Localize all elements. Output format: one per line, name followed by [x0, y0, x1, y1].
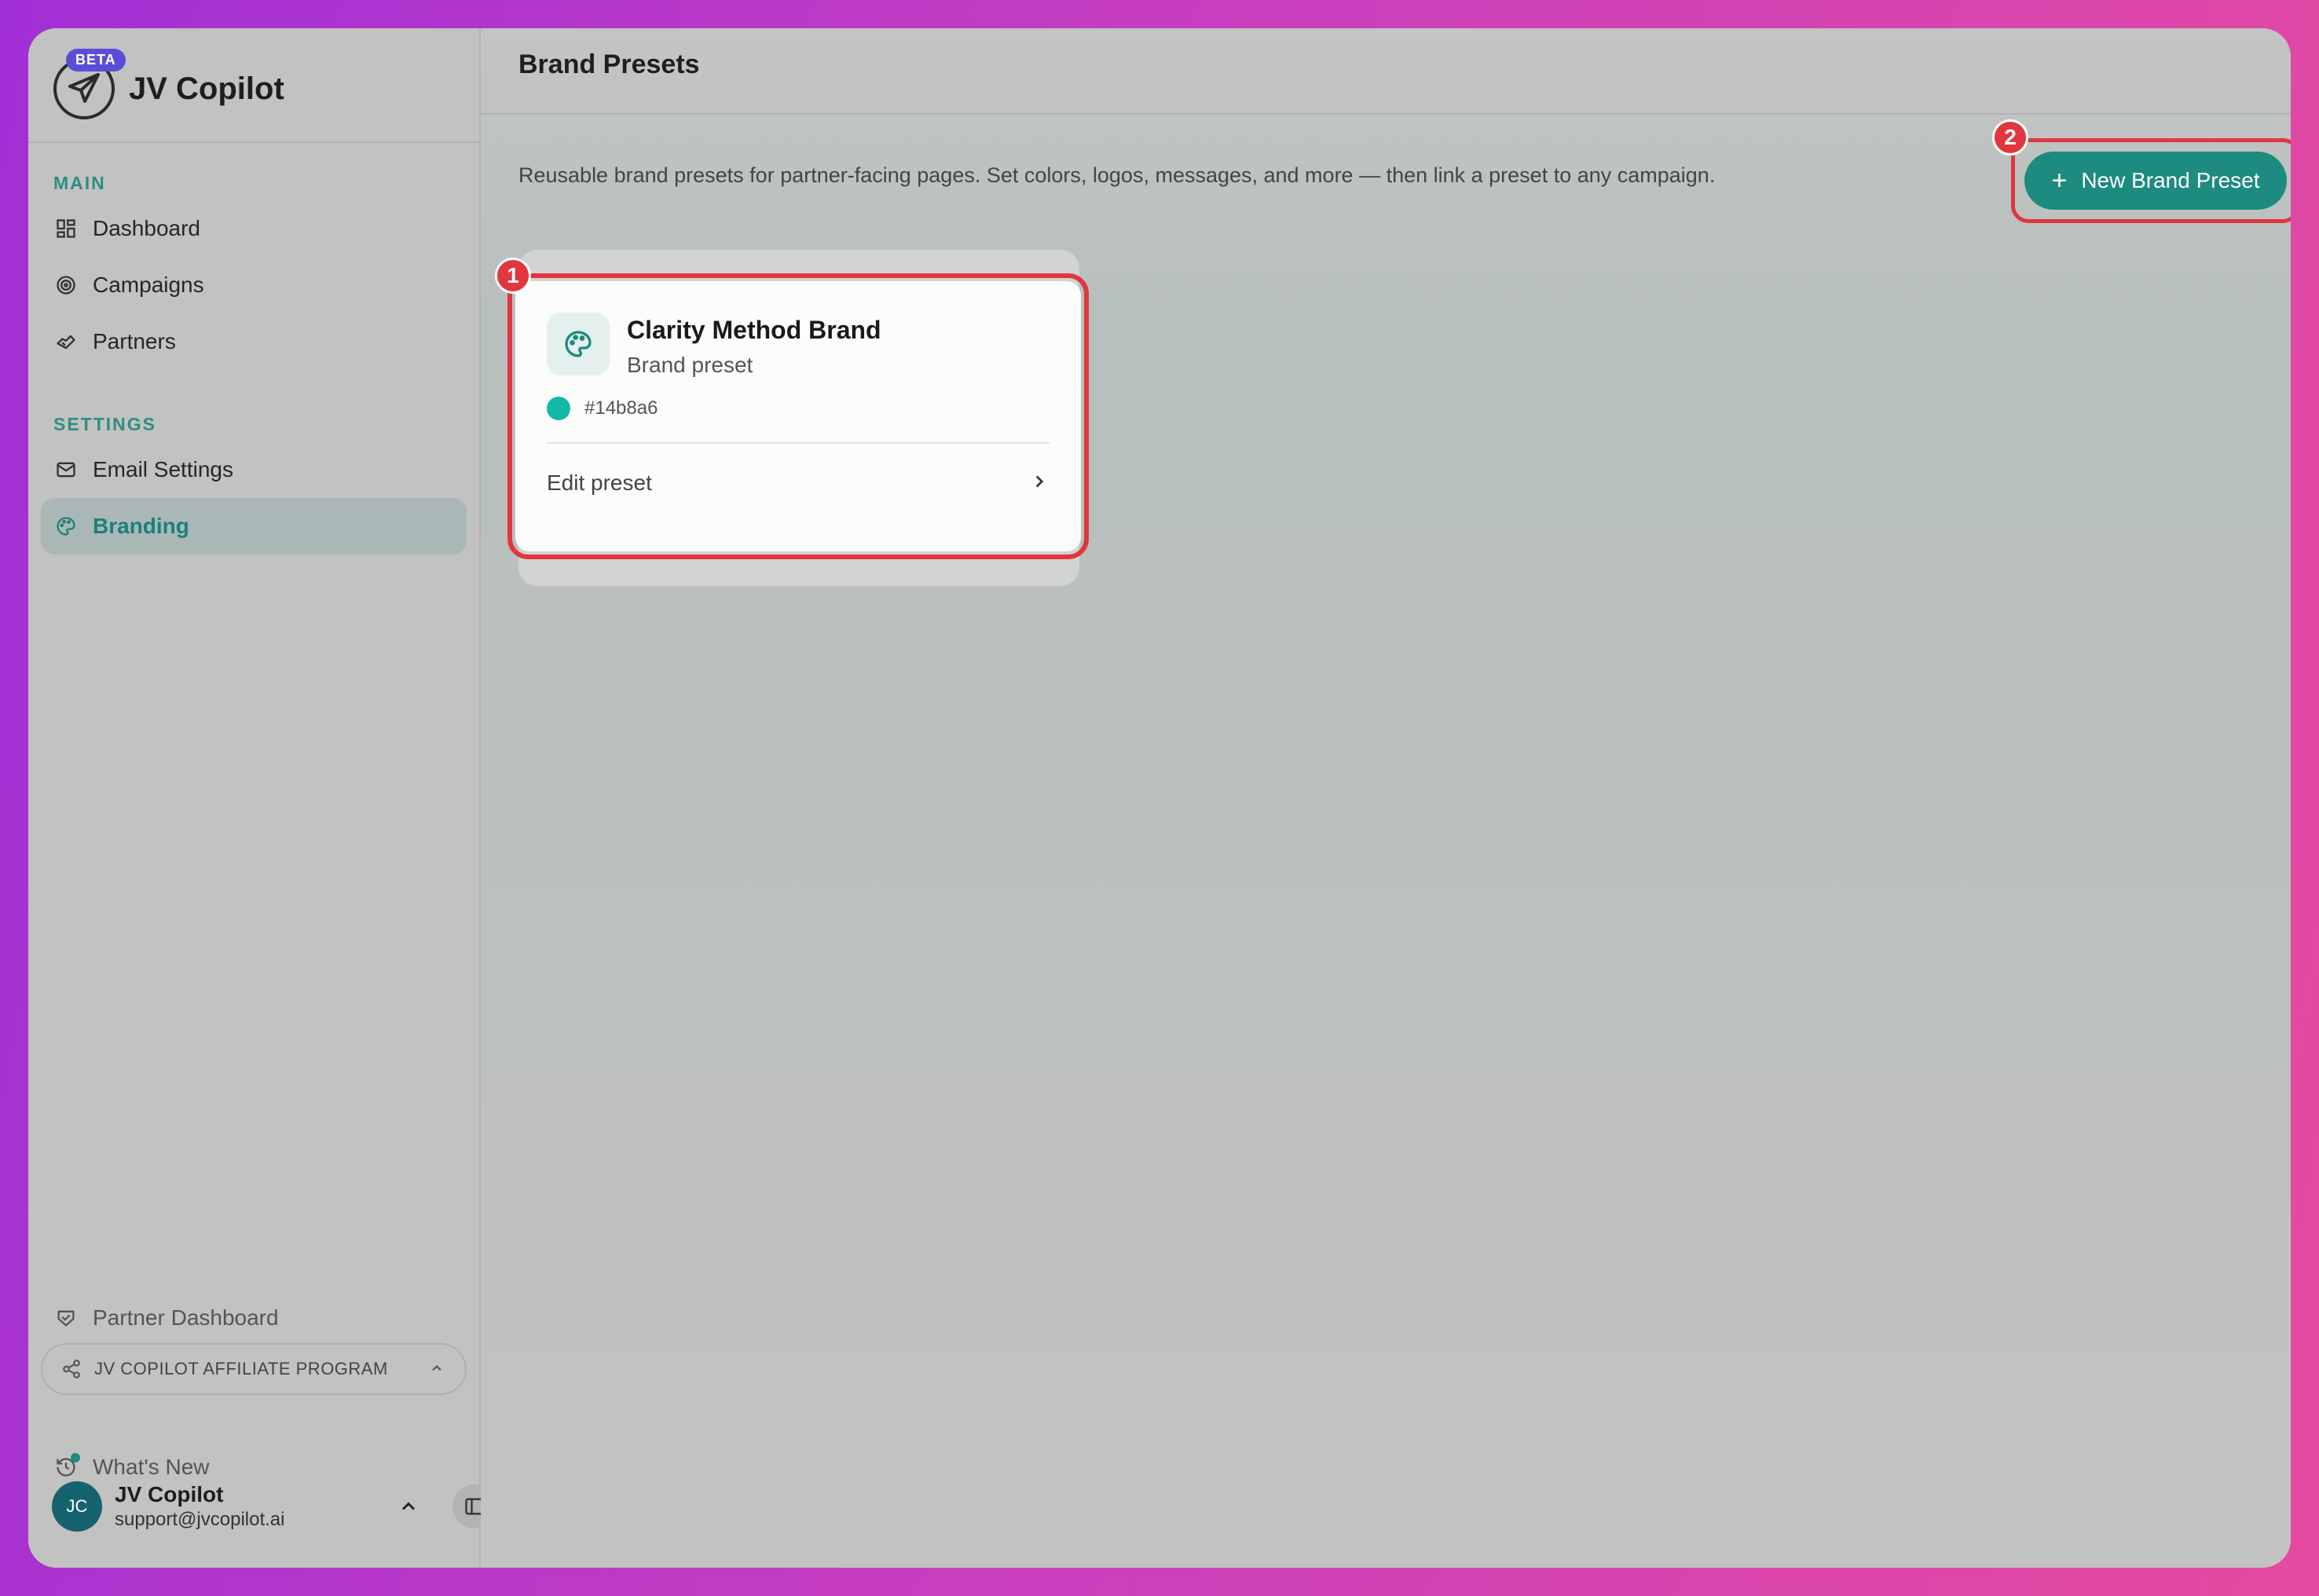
- section-label-settings: SETTINGS: [53, 414, 157, 434]
- sidebar-item-label: Dashboard: [93, 216, 200, 240]
- avatar: JC: [52, 1481, 102, 1532]
- page-description: Reusable brand presets for partner-facin…: [518, 163, 1716, 187]
- sidebar-item-label: Email Settings: [93, 457, 233, 481]
- user-name: JV Copilot: [115, 1482, 224, 1506]
- mail-icon: [53, 457, 79, 482]
- brand-header[interactable]: BETA JV Copilot: [28, 28, 479, 143]
- sidebar: BETA JV Copilot MAIN Dashboard Campaigns…: [28, 28, 496, 1568]
- top-bar: Brand Presets: [481, 28, 2291, 115]
- partner-dashboard-link[interactable]: Partner Dashboard: [41, 1290, 468, 1346]
- sidebar-item-email-settings[interactable]: Email Settings: [41, 441, 467, 498]
- share-icon: [61, 1359, 82, 1379]
- sidebar-item-branding[interactable]: Branding: [41, 498, 467, 555]
- sidebar-item-label: Branding: [93, 514, 189, 538]
- sidebar-item-partners[interactable]: Partners: [41, 313, 467, 370]
- app-window: BETA JV Copilot MAIN Dashboard Campaigns…: [28, 28, 2291, 1568]
- target-icon: [53, 273, 79, 298]
- chevron-up-icon: [429, 1360, 445, 1381]
- beta-badge: BETA: [66, 49, 126, 71]
- partner-dashboard-label: Partner Dashboard: [93, 1305, 279, 1330]
- sidebar-item-campaigns[interactable]: Campaigns: [41, 257, 467, 313]
- affiliate-program-toggle[interactable]: JV COPILOT AFFILIATE PROGRAM: [41, 1343, 467, 1395]
- handshake-icon: [53, 329, 79, 354]
- user-menu[interactable]: JC JV Copilot support@jvcopilot.ai: [52, 1478, 496, 1535]
- main-content: Brand Presets Reusable brand presets for…: [481, 28, 2291, 1568]
- app-name: JV Copilot: [129, 71, 284, 106]
- new-brand-preset-button[interactable]: + New Brand Preset: [2024, 152, 2287, 210]
- sidebar-item-label: Campaigns: [93, 273, 204, 297]
- sidebar-item-label: Partners: [93, 329, 176, 353]
- page-title: Brand Presets: [518, 49, 700, 79]
- annotation-box-1: [507, 273, 1089, 559]
- section-label-main: MAIN: [53, 173, 106, 193]
- history-icon: [53, 1453, 80, 1480]
- handshake-shield-icon: [53, 1305, 79, 1331]
- plus-icon: +: [2051, 166, 2068, 196]
- annotation-badge-2: 2: [1992, 119, 2028, 156]
- affiliate-program-label: JV COPILOT AFFILIATE PROGRAM: [94, 1359, 388, 1378]
- new-brand-preset-label: New Brand Preset: [2081, 168, 2260, 192]
- chevron-up-icon[interactable]: [397, 1495, 419, 1521]
- whats-new-label: What's New: [93, 1455, 210, 1479]
- user-email: support@jvcopilot.ai: [115, 1509, 285, 1530]
- grid-icon: [53, 216, 79, 241]
- annotation-box-2: + New Brand Preset: [2011, 138, 2291, 223]
- palette-icon: [53, 514, 79, 539]
- sidebar-item-dashboard[interactable]: Dashboard: [41, 200, 467, 257]
- annotation-badge-1: 1: [495, 258, 531, 294]
- notification-dot: [71, 1453, 80, 1462]
